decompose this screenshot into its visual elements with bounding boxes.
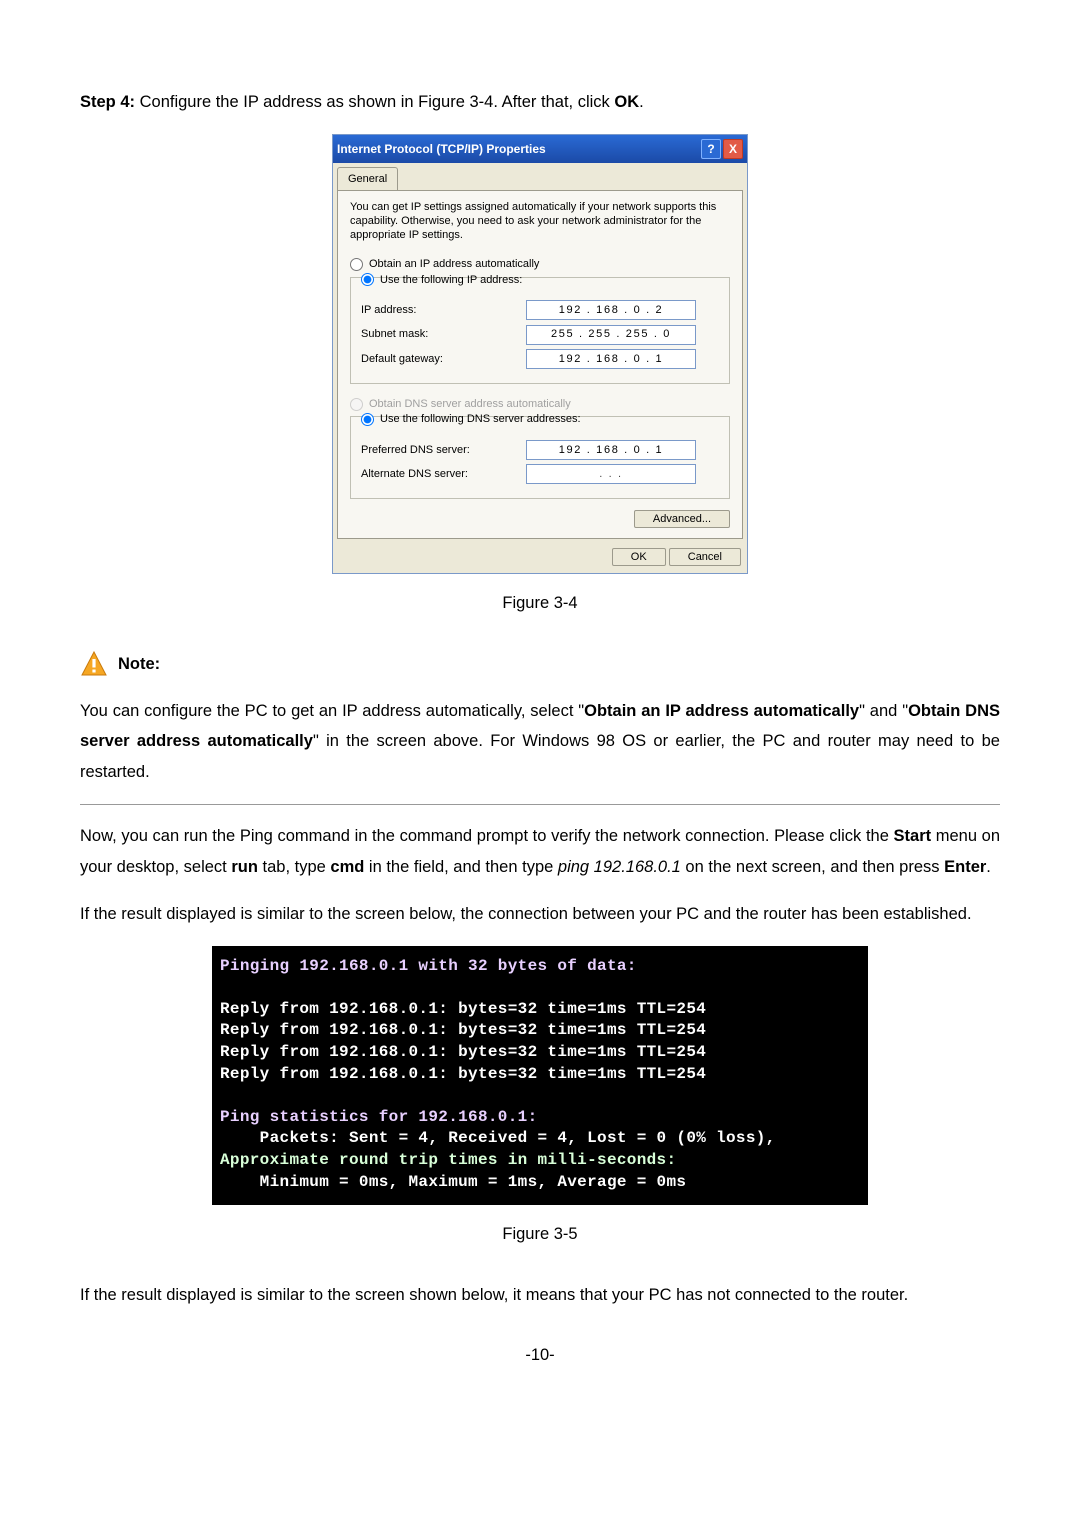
dialog-description: You can get IP settings assigned automat… <box>350 201 730 242</box>
default-gateway-input[interactable]: 192 . 168 . 0 . 1 <box>526 349 696 369</box>
ping-instruction-paragraph: Now, you can run the Ping command in the… <box>80 821 1000 882</box>
default-gateway-label: Default gateway: <box>361 349 526 369</box>
radio-use-dns-input[interactable] <box>361 413 374 426</box>
now-run: run <box>231 858 258 876</box>
radio-use-ip-label: Use the following IP address: <box>380 270 522 290</box>
warning-icon <box>80 650 108 678</box>
dialog-titlebar: Internet Protocol (TCP/IP) Properties ? … <box>333 135 747 163</box>
command-prompt-output: Pinging 192.168.0.1 with 32 bytes of dat… <box>212 946 868 1206</box>
advanced-button[interactable]: Advanced... <box>634 510 730 528</box>
note-bold-1: Obtain an IP address automatically <box>584 702 859 720</box>
now-enter: Enter <box>944 858 986 876</box>
radio-use-ip[interactable]: Use the following IP address: <box>361 270 719 290</box>
alternate-dns-input[interactable]: . . . <box>526 464 696 484</box>
note-header: Note: <box>80 649 1000 680</box>
now-text-1: Now, you can run the Ping command in the… <box>80 827 894 845</box>
step-text-2: . <box>639 93 644 111</box>
now-start: Start <box>894 827 932 845</box>
tab-row: General <box>333 163 747 190</box>
connection-fail-paragraph: If the result displayed is similar to th… <box>80 1280 1000 1311</box>
close-icon[interactable]: X <box>723 139 743 159</box>
term-header: Pinging 192.168.0.1 with 32 bytes of dat… <box>220 957 637 975</box>
term-reply-2: Reply from 192.168.0.1: bytes=32 time=1m… <box>220 1021 706 1039</box>
term-reply-3: Reply from 192.168.0.1: bytes=32 time=1m… <box>220 1043 706 1061</box>
tab-body: You can get IP settings assigned automat… <box>337 190 743 539</box>
now-text-5: on the next screen, and then press <box>681 858 944 876</box>
separator <box>80 804 1000 805</box>
figure-3-4-caption: Figure 3-4 <box>80 588 1000 619</box>
preferred-dns-input[interactable]: 192 . 168 . 0 . 1 <box>526 440 696 460</box>
now-text-3: tab, type <box>258 858 330 876</box>
term-stats-2: Packets: Sent = 4, Received = 4, Lost = … <box>220 1129 776 1147</box>
term-stats-1: Ping statistics for 192.168.0.1: <box>220 1108 538 1126</box>
tab-general[interactable]: General <box>337 167 398 190</box>
dialog-bottom-buttons: OK Cancel <box>333 543 747 573</box>
term-reply-1: Reply from 192.168.0.1: bytes=32 time=1m… <box>220 1000 706 1018</box>
term-reply-4: Reply from 192.168.0.1: bytes=32 time=1m… <box>220 1065 706 1083</box>
now-ping-cmd: ping 192.168.0.1 <box>558 858 681 876</box>
page-number: -10- <box>80 1340 1000 1371</box>
radio-use-dns-label: Use the following DNS server addresses: <box>380 409 581 429</box>
ip-address-input[interactable]: 192 . 168 . 0 . 2 <box>526 300 696 320</box>
step-text-1: Configure the IP address as shown in Fig… <box>135 93 614 111</box>
help-icon[interactable]: ? <box>701 139 721 159</box>
term-approx-1: Approximate round trip times in milli-se… <box>220 1151 676 1169</box>
subnet-mask-label: Subnet mask: <box>361 324 526 344</box>
tcpip-dialog: Internet Protocol (TCP/IP) Properties ? … <box>332 134 748 575</box>
alternate-dns-label: Alternate DNS server: <box>361 464 526 484</box>
now-text-4: in the field, and then type <box>364 858 558 876</box>
tcpip-dialog-wrapper: Internet Protocol (TCP/IP) Properties ? … <box>332 134 748 575</box>
now-text-6: . <box>986 858 991 876</box>
figure-3-5-caption: Figure 3-5 <box>80 1219 1000 1250</box>
preferred-dns-label: Preferred DNS server: <box>361 440 526 460</box>
ok-button[interactable]: OK <box>612 548 666 566</box>
ip-group: Use the following IP address: IP address… <box>350 277 730 384</box>
cancel-button[interactable]: Cancel <box>669 548 741 566</box>
term-approx-2: Minimum = 0ms, Maximum = 1ms, Average = … <box>220 1173 686 1191</box>
now-cmd: cmd <box>330 858 364 876</box>
step-4-line: Step 4: Configure the IP address as show… <box>80 87 1000 118</box>
advanced-row: Advanced... <box>350 509 730 529</box>
note-text-2: " and " <box>859 702 908 720</box>
dns-group: Use the following DNS server addresses: … <box>350 416 730 499</box>
subnet-mask-input[interactable]: 255 . 255 . 255 . 0 <box>526 325 696 345</box>
step-ok-word: OK <box>614 93 639 111</box>
note-paragraph: You can configure the PC to get an IP ad… <box>80 696 1000 788</box>
radio-use-dns[interactable]: Use the following DNS server addresses: <box>361 409 719 429</box>
titlebar-icons: ? X <box>701 139 743 159</box>
note-text-1: You can configure the PC to get an IP ad… <box>80 702 584 720</box>
step-label: Step 4: <box>80 93 135 111</box>
connection-ok-paragraph: If the result displayed is similar to th… <box>80 899 1000 930</box>
note-label: Note: <box>118 649 160 680</box>
ip-address-label: IP address: <box>361 300 526 320</box>
radio-use-ip-input[interactable] <box>361 273 374 286</box>
dialog-title: Internet Protocol (TCP/IP) Properties <box>337 138 546 160</box>
